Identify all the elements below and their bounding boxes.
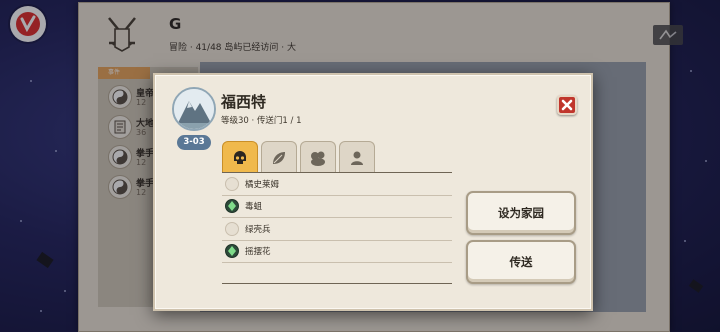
tab-plants[interactable] — [261, 141, 297, 173]
mountain-icon — [174, 89, 214, 129]
beast-icon — [311, 151, 325, 166]
island-code-badge: 3-03 — [177, 135, 211, 150]
island-dialog: 3-03 福西特 等级30 · 传送门1 / 1 橘史莱姆 毒蛆 绿壳兵 摇摆花… — [153, 73, 593, 311]
gem-icon — [225, 199, 239, 214]
creature-name: 绿壳兵 — [245, 224, 271, 235]
island-portrait — [172, 87, 216, 131]
close-icon — [561, 99, 573, 111]
island-name: 福西特 — [221, 93, 267, 111]
teleport-button[interactable]: 传送 — [466, 240, 576, 284]
tab-people[interactable] — [339, 141, 375, 173]
creature-name: 橘史莱姆 — [245, 179, 280, 190]
category-tabs — [222, 141, 382, 173]
unknown-creature-icon — [225, 221, 239, 236]
creature-list: 橘史莱姆 毒蛆 绿壳兵 摇摆花 — [222, 173, 452, 263]
list-divider — [222, 283, 452, 284]
tab-monsters[interactable] — [222, 141, 258, 173]
gem-icon — [225, 244, 239, 259]
close-button[interactable] — [557, 95, 577, 115]
skull-icon — [234, 150, 246, 164]
tab-beasts[interactable] — [300, 141, 336, 173]
set-home-button[interactable]: 设为家园 — [466, 191, 576, 235]
creature-name: 摇摆花 — [245, 247, 271, 258]
creature-row[interactable]: 橘史莱姆 — [222, 173, 452, 196]
creature-row[interactable]: 摇摆花 — [222, 241, 452, 263]
creature-row[interactable]: 绿壳兵 — [222, 218, 452, 241]
unknown-creature-icon — [225, 176, 239, 191]
person-icon — [351, 151, 363, 165]
creature-name: 毒蛆 — [245, 202, 263, 213]
island-meta: 等级30 · 传送门1 / 1 — [221, 116, 302, 126]
leaf-icon — [273, 151, 285, 164]
creature-row[interactable]: 毒蛆 — [222, 196, 452, 218]
